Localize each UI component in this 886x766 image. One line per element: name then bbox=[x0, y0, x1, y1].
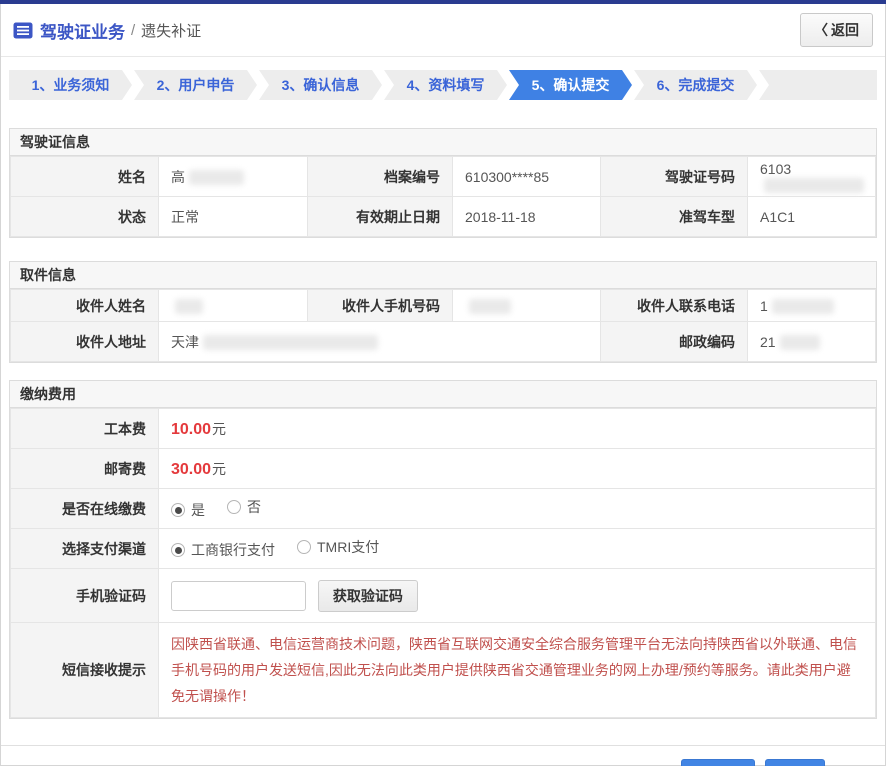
menu-list-icon bbox=[13, 22, 33, 39]
field-value bbox=[159, 290, 308, 322]
sms-code-input[interactable] bbox=[171, 581, 306, 611]
radio-unselected-icon bbox=[227, 500, 241, 514]
breadcrumb-current: 遗失补证 bbox=[141, 20, 201, 41]
field-label: 邮政编码 bbox=[601, 322, 748, 362]
step-tab-1[interactable]: 1、业务须知 bbox=[9, 70, 132, 100]
field-value: 10.00元 bbox=[159, 409, 876, 449]
previous-step-button[interactable]: 上一步 bbox=[681, 759, 755, 766]
section-title-payment: 缴纳费用 bbox=[10, 381, 876, 408]
field-label: 有效期止日期 bbox=[308, 197, 453, 237]
radio-label: 否 bbox=[247, 497, 261, 517]
field-label: 准驾车型 bbox=[601, 197, 748, 237]
field-label: 姓名 bbox=[11, 157, 159, 197]
redaction-smudge bbox=[780, 335, 820, 350]
field-label: 是否在线缴费 bbox=[11, 489, 159, 529]
table-row: 工本费 10.00元 bbox=[11, 409, 876, 449]
field-value: A1C1 bbox=[748, 197, 876, 237]
section-pickup-info: 取件信息 收件人姓名 收件人手机号码 收件人联系电话 1 收件人地址 天津 邮政… bbox=[9, 261, 877, 363]
breadcrumb-separator: / bbox=[131, 22, 135, 39]
field-value: 610300****85 bbox=[453, 157, 601, 197]
redaction-smudge bbox=[175, 299, 203, 314]
section-title-pickup: 取件信息 bbox=[10, 262, 876, 289]
radio-option[interactable]: 是 bbox=[171, 500, 205, 520]
table-row: 是否在线缴费 是否 bbox=[11, 489, 876, 529]
field-value: 1 bbox=[748, 290, 876, 322]
step-tab-2[interactable]: 2、用户申告 bbox=[134, 70, 257, 100]
page-header: 驾驶证业务 / 遗失补证 〈返回 bbox=[1, 4, 885, 57]
field-value: 21 bbox=[748, 322, 876, 362]
footer-actions: 上一步 完成 bbox=[1, 746, 885, 766]
radio-label: 工商银行支付 bbox=[191, 540, 275, 560]
field-value: 高 bbox=[159, 157, 308, 197]
fee-amount: 10.00 bbox=[171, 421, 211, 438]
radio-option[interactable]: 工商银行支付 bbox=[171, 540, 275, 560]
field-label: 收件人手机号码 bbox=[308, 290, 453, 322]
radio-option[interactable]: TMRI支付 bbox=[297, 537, 379, 557]
page-title: 驾驶证业务 bbox=[40, 18, 125, 43]
field-label: 工本费 bbox=[11, 409, 159, 449]
payment-table: 工本费 10.00元 邮寄费 30.00元 是否在线缴费 是否 选择支付渠道 工… bbox=[10, 408, 876, 718]
field-value bbox=[453, 290, 601, 322]
online-payment-radio-group: 是否 bbox=[159, 489, 876, 529]
field-value: 2018-11-18 bbox=[453, 197, 601, 237]
pickup-info-table: 收件人姓名 收件人手机号码 收件人联系电话 1 收件人地址 天津 邮政编码 21 bbox=[10, 289, 876, 362]
table-row: 邮寄费 30.00元 bbox=[11, 449, 876, 489]
back-button[interactable]: 〈返回 bbox=[800, 13, 873, 47]
redaction-smudge bbox=[469, 299, 511, 314]
radio-selected-icon bbox=[171, 503, 185, 517]
section-license-info: 驾驶证信息 姓名 高 档案编号 610300****85 驾驶证号码 6103 … bbox=[9, 128, 877, 238]
redaction-smudge bbox=[772, 299, 834, 314]
table-row: 收件人姓名 收件人手机号码 收件人联系电话 1 bbox=[11, 290, 876, 322]
redaction-smudge bbox=[764, 178, 864, 193]
field-value: 获取验证码 bbox=[159, 569, 876, 623]
field-label: 状态 bbox=[11, 197, 159, 237]
fee-unit: 元 bbox=[212, 461, 226, 477]
field-label: 收件人姓名 bbox=[11, 290, 159, 322]
section-title-license: 驾驶证信息 bbox=[10, 129, 876, 156]
field-value: 因陕西省联通、电信运营商技术问题，陕西省互联网交通安全综合服务管理平台无法向持陕… bbox=[159, 623, 876, 718]
step-tab-4[interactable]: 4、资料填写 bbox=[384, 70, 507, 100]
radio-unselected-icon bbox=[297, 540, 311, 554]
field-label: 短信接收提示 bbox=[11, 623, 159, 718]
back-chevron-icon: 〈 bbox=[814, 22, 828, 38]
field-label: 收件人联系电话 bbox=[601, 290, 748, 322]
table-row: 姓名 高 档案编号 610300****85 驾驶证号码 6103 bbox=[11, 157, 876, 197]
field-label: 档案编号 bbox=[308, 157, 453, 197]
step-tab-3[interactable]: 3、确认信息 bbox=[259, 70, 382, 100]
radio-label: 是 bbox=[191, 500, 205, 520]
field-label: 驾驶证号码 bbox=[601, 157, 748, 197]
field-value: 30.00元 bbox=[159, 449, 876, 489]
table-row: 短信接收提示 因陕西省联通、电信运营商技术问题，陕西省互联网交通安全综合服务管理… bbox=[11, 623, 876, 718]
step-tab-6[interactable]: 6、完成提交 bbox=[634, 70, 757, 100]
field-label: 收件人地址 bbox=[11, 322, 159, 362]
table-row: 收件人地址 天津 邮政编码 21 bbox=[11, 322, 876, 362]
step-wizard-filler bbox=[759, 70, 877, 100]
field-value: 天津 bbox=[159, 322, 601, 362]
get-code-button[interactable]: 获取验证码 bbox=[318, 580, 418, 612]
section-payment: 缴纳费用 工本费 10.00元 邮寄费 30.00元 是否在线缴费 是否 选择支… bbox=[9, 380, 877, 719]
field-label: 手机验证码 bbox=[11, 569, 159, 623]
sms-notice-text: 因陕西省联通、电信运营商技术问题，陕西省互联网交通安全综合服务管理平台无法向持陕… bbox=[171, 631, 863, 709]
license-info-table: 姓名 高 档案编号 610300****85 驾驶证号码 6103 状态 正常 … bbox=[10, 156, 876, 237]
table-row: 状态 正常 有效期止日期 2018-11-18 准驾车型 A1C1 bbox=[11, 197, 876, 237]
step-tab-5[interactable]: 5、确认提交 bbox=[509, 70, 632, 100]
table-row: 手机验证码 获取验证码 bbox=[11, 569, 876, 623]
payment-channel-radio-group: 工商银行支付 TMRI支付 bbox=[159, 529, 876, 569]
finish-button[interactable]: 完成 bbox=[765, 759, 825, 766]
back-label: 返回 bbox=[831, 22, 859, 38]
field-label: 邮寄费 bbox=[11, 449, 159, 489]
field-label: 选择支付渠道 bbox=[11, 529, 159, 569]
page-container: 驾驶证业务 / 遗失补证 〈返回 1、业务须知2、用户申告3、确认信息4、资料填… bbox=[0, 4, 886, 766]
fee-unit: 元 bbox=[212, 421, 226, 437]
redaction-smudge bbox=[189, 170, 244, 185]
table-row: 选择支付渠道 工商银行支付 TMRI支付 bbox=[11, 529, 876, 569]
fee-amount: 30.00 bbox=[171, 461, 211, 478]
field-value: 正常 bbox=[159, 197, 308, 237]
radio-selected-icon bbox=[171, 543, 185, 557]
radio-option[interactable]: 否 bbox=[227, 497, 261, 517]
field-value: 6103 bbox=[748, 157, 876, 197]
step-wizard: 1、业务须知2、用户申告3、确认信息4、资料填写5、确认提交6、完成提交 bbox=[9, 70, 877, 100]
redaction-smudge bbox=[203, 335, 378, 350]
radio-label: TMRI支付 bbox=[317, 537, 379, 557]
